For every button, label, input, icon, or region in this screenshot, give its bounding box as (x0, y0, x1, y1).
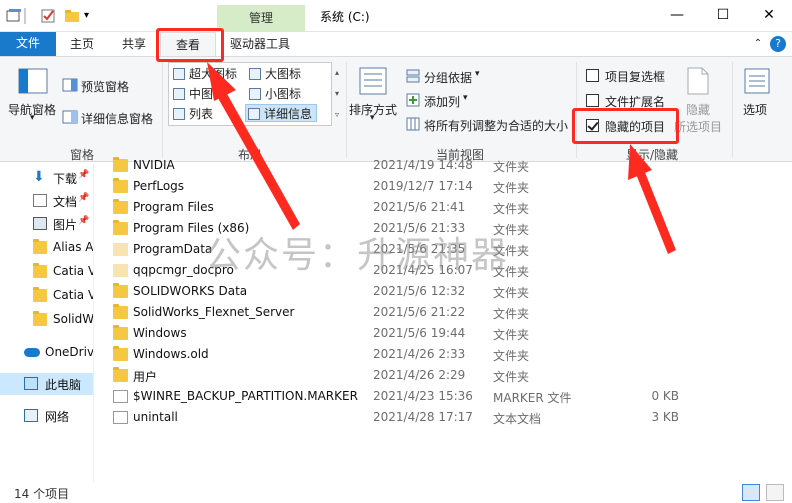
annotation-arrow-right (636, 170, 676, 254)
annotation-arrows (207, 62, 676, 254)
annotation-arrow-left (218, 92, 300, 230)
annotation-arrow-left-head (207, 62, 236, 101)
annotation-arrow-right-head (628, 144, 652, 180)
